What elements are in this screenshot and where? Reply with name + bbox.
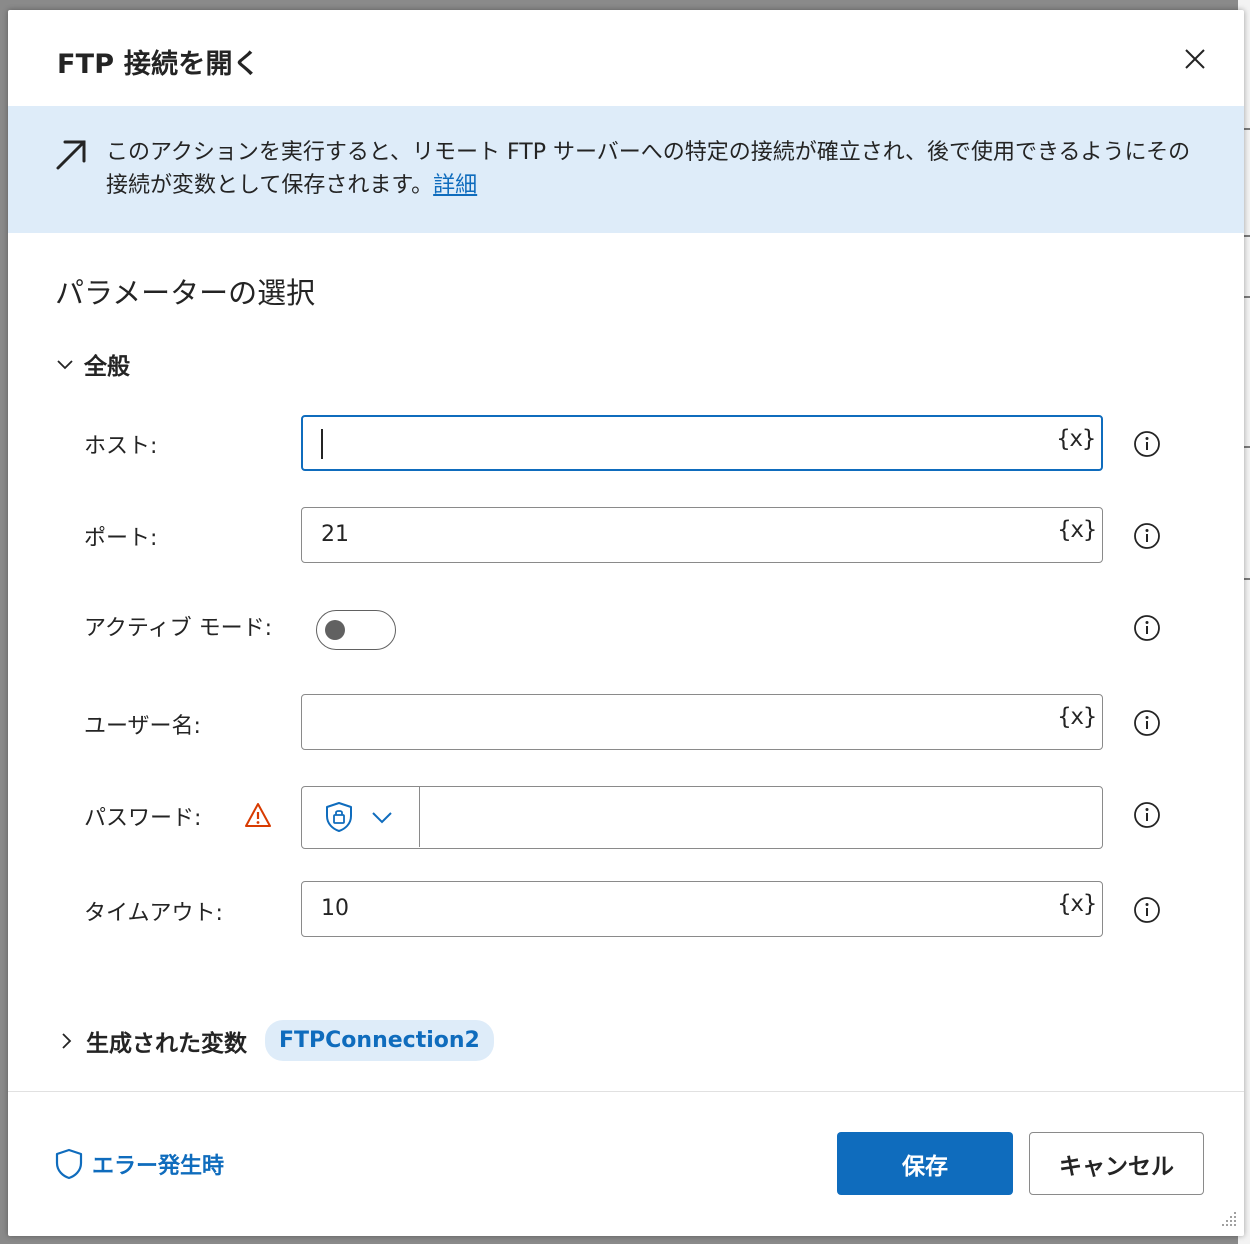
info-icon[interactable]: [1132, 613, 1162, 643]
arrow-up-right-icon: [56, 140, 86, 170]
warning-icon: [245, 803, 271, 827]
ftp-open-dialog: FTP 接続を開く このアクションを実行すると、リモート FTP サーバーへの特…: [8, 10, 1244, 1236]
insert-variable-button[interactable]: {x}: [1057, 704, 1097, 730]
generated-variables-section: 生成された変数 FTPConnection2: [58, 1020, 494, 1061]
generated-variables-label[interactable]: 生成された変数: [86, 1024, 247, 1058]
port-label: ポート:: [84, 526, 158, 551]
host-input[interactable]: {x}: [301, 415, 1103, 471]
variable-chip[interactable]: FTPConnection2: [265, 1020, 494, 1061]
password-input[interactable]: [301, 786, 1103, 849]
chevron-down-icon: [57, 360, 73, 370]
info-icon[interactable]: [1132, 708, 1162, 738]
insert-variable-button[interactable]: {x}: [1057, 517, 1097, 543]
host-label: ホスト:: [84, 434, 158, 459]
shield-lock-icon: [326, 802, 352, 832]
info-icon[interactable]: [1132, 429, 1162, 459]
timeout-value: 10: [321, 896, 349, 921]
username-input[interactable]: {x}: [301, 694, 1103, 750]
insert-variable-button[interactable]: {x}: [1057, 891, 1097, 917]
timeout-label: タイムアウト:: [84, 901, 223, 926]
info-icon[interactable]: [1132, 895, 1162, 925]
save-button[interactable]: 保存: [837, 1132, 1013, 1195]
active-mode-label: アクティブ モード:: [84, 616, 272, 641]
chevron-right-icon[interactable]: [58, 1032, 74, 1050]
learn-more-link[interactable]: 詳細: [433, 173, 477, 198]
password-label: パスワード:: [84, 806, 202, 831]
username-label: ユーザー名:: [84, 714, 201, 739]
info-description: このアクションを実行すると、リモート FTP サーバーへの特定の接続が確立され、…: [106, 136, 1196, 202]
on-error-button[interactable]: エラー発生時: [54, 1147, 224, 1181]
timeout-input[interactable]: 10 {x}: [301, 881, 1103, 937]
general-group-label: 全般: [84, 354, 130, 380]
dialog-title: FTP 接続を開く: [57, 49, 260, 80]
info-icon[interactable]: [1132, 521, 1162, 551]
password-mode-dropdown[interactable]: [302, 787, 420, 847]
general-group-toggle[interactable]: 全般: [56, 347, 130, 381]
insert-variable-button[interactable]: {x}: [1056, 426, 1096, 452]
on-error-label: エラー発生時: [92, 1154, 225, 1179]
footer-divider: [8, 1091, 1244, 1092]
cancel-button[interactable]: キャンセル: [1029, 1132, 1204, 1195]
chevron-down-icon: [372, 812, 392, 824]
close-button[interactable]: [1180, 44, 1210, 74]
port-input[interactable]: 21 {x}: [301, 507, 1103, 563]
info-banner: このアクションを実行すると、リモート FTP サーバーへの特定の接続が確立され、…: [8, 106, 1244, 233]
info-icon[interactable]: [1132, 800, 1162, 830]
info-text: このアクションを実行すると、リモート FTP サーバーへの特定の接続が確立され、…: [106, 140, 1191, 198]
toggle-knob: [325, 620, 345, 640]
port-value: 21: [321, 522, 349, 547]
text-caret: [321, 429, 323, 459]
close-icon: [1185, 49, 1205, 69]
shield-icon: [55, 1148, 83, 1180]
parameters-heading: パラメーターの選択: [55, 276, 316, 310]
active-mode-toggle[interactable]: [316, 610, 396, 650]
resize-grip-icon[interactable]: [1220, 1210, 1238, 1228]
